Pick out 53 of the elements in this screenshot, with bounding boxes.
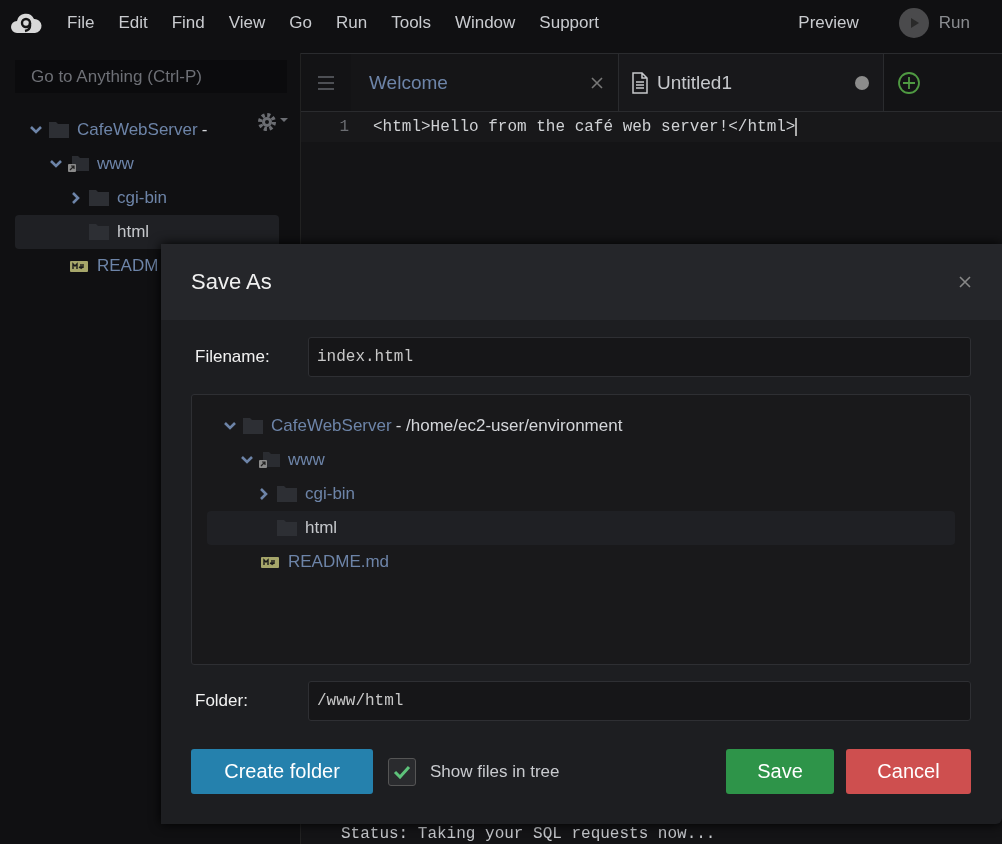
chevron-icon[interactable] bbox=[240, 454, 254, 466]
editor-tab[interactable]: Untitled1 bbox=[619, 54, 884, 111]
menu-item[interactable]: Edit bbox=[118, 13, 148, 33]
code-line: <html>Hello from the café web server!</html> bbox=[373, 118, 798, 136]
unsaved-dot bbox=[855, 75, 869, 90]
chevron-icon[interactable] bbox=[29, 124, 43, 136]
menu-item[interactable]: Go bbox=[289, 13, 312, 33]
field-label: Folder: bbox=[194, 691, 249, 711]
tree-row[interactable]: cgi-bin bbox=[15, 181, 279, 215]
close-icon[interactable] bbox=[590, 75, 604, 90]
linked-folder-icon bbox=[68, 155, 90, 173]
preview-menu[interactable]: Preview bbox=[798, 13, 859, 33]
cloud-logo-icon[interactable] bbox=[10, 11, 42, 35]
create-folder-button[interactable]: Create folder bbox=[191, 749, 373, 794]
folder-field[interactable]: /www/html bbox=[308, 681, 971, 721]
filename-field[interactable]: index.html bbox=[308, 337, 971, 377]
tree-row[interactable]: cgi-bin bbox=[207, 477, 955, 511]
tree-row[interactable]: www bbox=[207, 443, 955, 477]
checkbox[interactable] bbox=[388, 757, 416, 786]
console-text: Status: Taking your SQL requests now... bbox=[340, 825, 717, 844]
folder-icon bbox=[48, 121, 70, 139]
menu-item[interactable]: View bbox=[228, 13, 266, 33]
tree-row[interactable]: CafeWebServer - /home/ec2-user/environment bbox=[207, 409, 955, 443]
folder-icon bbox=[276, 485, 298, 503]
menu-item[interactable]: Support bbox=[539, 13, 599, 33]
tree-row[interactable]: html bbox=[207, 511, 955, 545]
save-button[interactable]: Save bbox=[726, 749, 834, 794]
chevron-icon[interactable] bbox=[49, 158, 63, 170]
close-icon[interactable] bbox=[958, 275, 972, 289]
menu-item[interactable]: File bbox=[67, 13, 95, 33]
menu-item[interactable]: Tools bbox=[391, 13, 431, 33]
run-button[interactable]: Run bbox=[898, 8, 970, 38]
field-label: Filename: bbox=[194, 347, 271, 367]
checkbox-label: Show files in tree bbox=[430, 761, 560, 782]
document-icon bbox=[631, 71, 649, 94]
menu-item[interactable]: Window bbox=[454, 13, 516, 33]
folder-icon bbox=[88, 189, 110, 207]
dialog-title: Save As bbox=[191, 269, 272, 295]
menu-item[interactable]: Find bbox=[171, 13, 205, 33]
cancel-button[interactable]: Cancel bbox=[846, 749, 971, 794]
tree-row[interactable]: www bbox=[15, 147, 279, 181]
linked-folder-icon bbox=[259, 451, 281, 469]
tree-row[interactable]: html bbox=[15, 215, 279, 249]
play-icon bbox=[898, 8, 929, 38]
add-tab-icon[interactable] bbox=[897, 70, 921, 95]
chevron-icon[interactable] bbox=[223, 420, 237, 432]
folder-icon bbox=[242, 417, 264, 435]
tree-row[interactable]: README.md bbox=[207, 545, 955, 579]
line-number: 1 bbox=[338, 118, 350, 136]
check-icon bbox=[393, 764, 411, 779]
search-field[interactable]: Go to Anything (Ctrl-P) bbox=[15, 60, 287, 93]
menu-item[interactable]: Run bbox=[336, 13, 368, 33]
tree-row[interactable]: CafeWebServer - bbox=[15, 113, 279, 147]
